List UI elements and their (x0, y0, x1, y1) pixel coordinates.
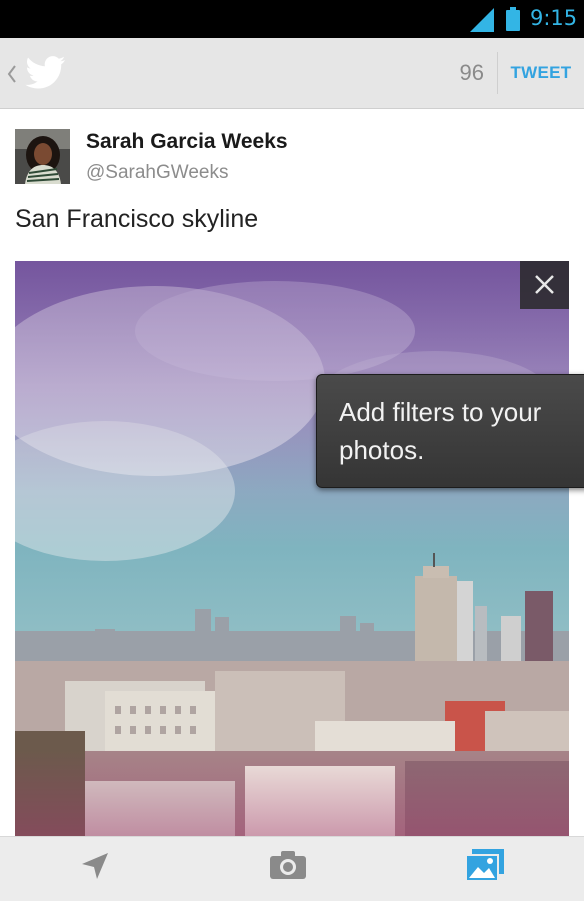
filters-tooltip[interactable]: Add filters to your photos. (316, 374, 584, 488)
avatar (15, 129, 70, 184)
tweet-text[interactable]: San Francisco skyline (15, 205, 258, 234)
status-time: 9:15 (530, 6, 578, 30)
tooltip-text: Add filters to your photos. (339, 397, 542, 465)
author-handle: @SarahGWeeks (86, 162, 229, 183)
bottom-bar (0, 836, 584, 901)
action-bar: 96 TWEET (0, 38, 584, 109)
close-icon (535, 275, 554, 294)
tweet-button[interactable]: TWEET (498, 38, 584, 108)
up-caret-icon (7, 65, 16, 83)
status-bar: 9:15 (0, 0, 584, 38)
character-count: 96 (459, 60, 484, 85)
signal-icon (470, 8, 494, 32)
remove-photo-button[interactable] (520, 261, 569, 309)
gallery-icon (466, 849, 504, 881)
location-button[interactable] (0, 837, 190, 901)
gallery-button[interactable] (388, 837, 578, 901)
location-icon (82, 853, 108, 879)
attached-photo[interactable] (15, 261, 569, 836)
home-up-button[interactable] (0, 38, 72, 108)
twitter-bird-icon (25, 56, 65, 89)
camera-icon (270, 851, 306, 879)
battery-icon (506, 7, 520, 31)
author-name: Sarah Garcia Weeks (86, 130, 288, 153)
camera-button[interactable] (194, 837, 384, 901)
